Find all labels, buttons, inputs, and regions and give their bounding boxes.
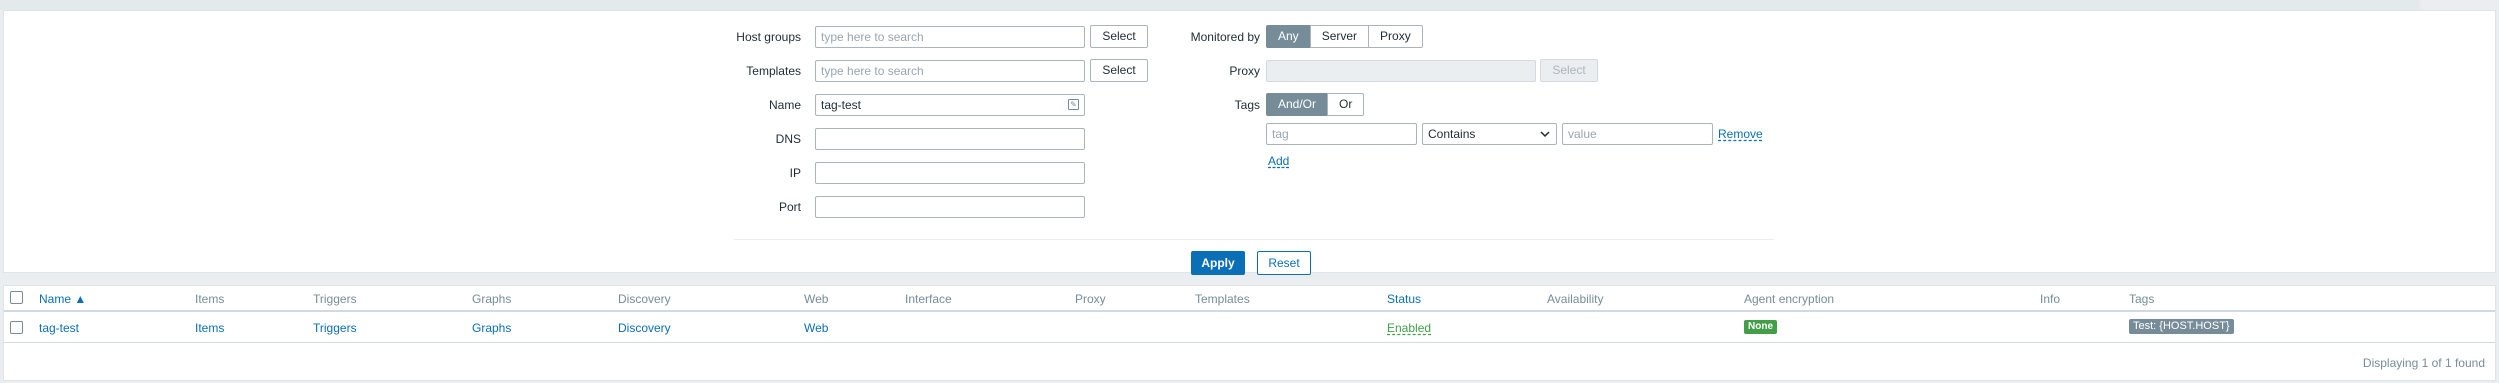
graphs-link[interactable]: Graphs <box>472 321 511 335</box>
port-input[interactable] <box>815 196 1085 218</box>
host-groups-input[interactable] <box>815 26 1085 48</box>
templates-select-button[interactable]: Select <box>1090 59 1148 82</box>
table-header: Name ▲ Items Triggers Graphs Discovery W… <box>4 286 2495 312</box>
col-templates: Templates <box>1195 292 1250 306</box>
monitored-by-label: Monitored by <box>1190 30 1260 44</box>
triggers-link[interactable]: Triggers <box>313 321 357 335</box>
templates-input[interactable] <box>815 60 1085 82</box>
top-strip <box>0 0 2420 10</box>
select-all-checkbox[interactable] <box>10 291 23 304</box>
pagination-summary: Displaying 1 of 1 found <box>2362 356 2485 370</box>
monitored-by-any[interactable]: Any <box>1266 25 1311 48</box>
proxy-select-button: Select <box>1540 59 1598 82</box>
col-info: Info <box>2040 292 2061 306</box>
tags-mode-toggle: And/Or Or <box>1266 93 1365 116</box>
ip-label: IP <box>789 166 801 180</box>
status-enabled[interactable]: Enabled <box>1387 321 1431 335</box>
host-name-link[interactable]: tag-test <box>39 321 79 335</box>
items-link[interactable]: Items <box>195 321 224 335</box>
proxy-label: Proxy <box>1229 64 1260 78</box>
pencil-icon[interactable]: ✎ <box>1068 99 1079 110</box>
col-tags: Tags <box>2129 292 2155 306</box>
tag-value-input[interactable] <box>1562 123 1713 145</box>
templates-label: Templates <box>746 64 801 78</box>
monitored-by-proxy[interactable]: Proxy <box>1368 25 1423 48</box>
name-input[interactable]: tag-test ✎ <box>815 94 1085 116</box>
row-checkbox[interactable] <box>10 321 23 334</box>
col-availability: Availability <box>1547 292 1604 306</box>
tag-add-link[interactable]: Add <box>1268 154 1289 168</box>
host-groups-label: Host groups <box>736 30 801 44</box>
filter-divider <box>734 239 1774 240</box>
filter-panel: Host groups Select Templates Select Name… <box>3 10 2496 275</box>
dns-input[interactable] <box>815 128 1085 150</box>
chevron-down-icon <box>1540 131 1550 138</box>
name-label: Name <box>768 98 801 112</box>
tags-mode-andor[interactable]: And/Or <box>1266 93 1329 116</box>
col-items: Items <box>195 292 225 306</box>
encryption-badge: None <box>1744 320 1777 334</box>
col-status[interactable]: Status <box>1387 292 1421 306</box>
dns-label: DNS <box>775 132 801 146</box>
col-agent-encryption: Agent encryption <box>1744 292 1835 306</box>
tag-name-input[interactable] <box>1266 123 1417 145</box>
monitored-by-toggle: Any Server Proxy <box>1266 25 1423 48</box>
reset-button[interactable]: Reset <box>1257 251 1311 275</box>
proxy-input <box>1266 60 1536 82</box>
tags-label: Tags <box>1234 98 1260 112</box>
col-triggers: Triggers <box>313 292 357 306</box>
name-value: tag-test <box>821 98 862 112</box>
col-web: Web <box>804 292 829 306</box>
tags-mode-or[interactable]: Or <box>1327 93 1365 116</box>
hosts-table: Name ▲ Items Triggers Graphs Discovery W… <box>3 285 2496 381</box>
col-interface: Interface <box>905 292 952 306</box>
apply-button[interactable]: Apply <box>1191 251 1245 275</box>
col-proxy: Proxy <box>1075 292 1106 306</box>
host-groups-select-button[interactable]: Select <box>1090 25 1148 48</box>
col-name[interactable]: Name ▲ <box>39 292 86 306</box>
discovery-link[interactable]: Discovery <box>618 321 671 335</box>
table-row: tag-test Items Triggers Graphs Discovery… <box>4 312 2495 343</box>
web-link[interactable]: Web <box>804 321 828 335</box>
tag-operator-value: Contains <box>1428 127 1476 141</box>
tag-badge[interactable]: Test: {HOST.HOST} <box>2129 319 2234 334</box>
monitored-by-server[interactable]: Server <box>1309 25 1370 48</box>
ip-input[interactable] <box>815 162 1085 184</box>
tag-operator-select[interactable]: Contains <box>1422 123 1557 145</box>
col-graphs: Graphs <box>472 292 512 306</box>
tag-remove-link[interactable]: Remove <box>1718 127 1763 141</box>
port-label: Port <box>778 200 801 214</box>
col-discovery: Discovery <box>618 292 671 306</box>
